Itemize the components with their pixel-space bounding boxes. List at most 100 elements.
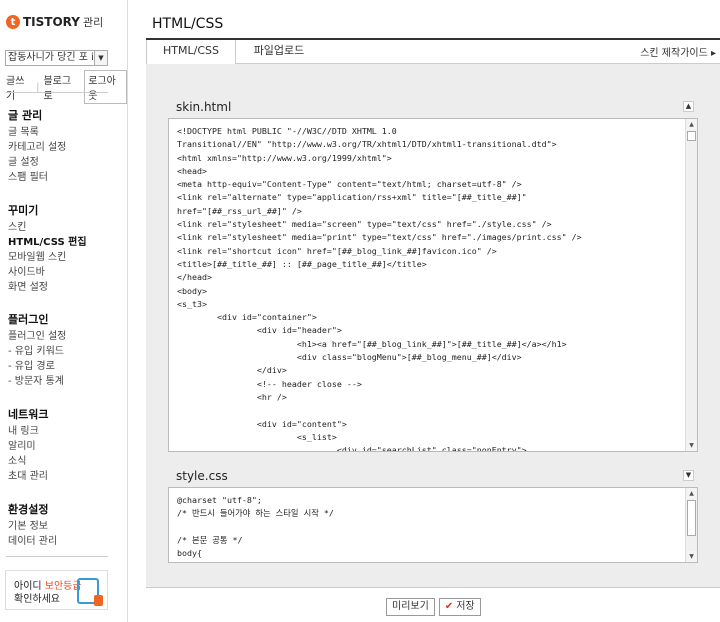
menu-item-basic-info[interactable]: 기본 정보 — [8, 519, 57, 534]
sidebar-divider — [6, 92, 108, 93]
go-to-blog-link[interactable]: 블로그로 — [43, 72, 78, 102]
code-line: <div id="header"> — [177, 325, 342, 336]
code-line: <div id="content"> — [177, 418, 347, 429]
scroll-thumb[interactable] — [687, 500, 696, 536]
menu-item-spam-filter[interactable]: 스팸 필터 — [8, 170, 66, 185]
menu-item-sidebar[interactable]: 사이드바 — [8, 265, 87, 280]
code-line: </div> — [177, 365, 287, 376]
menu-group-network: 네트워크 내 링크 알리미 소식 초대 관리 — [8, 407, 48, 484]
chevron-down-icon[interactable]: ▼ — [94, 51, 107, 65]
style-css-editor: style.css ▼ @charset "utf-8"; /* 반드시 들어가야… — [168, 465, 698, 565]
editor-header: style.css ▼ — [168, 465, 698, 487]
editor-label: skin.html — [176, 100, 232, 114]
save-button[interactable]: ✔ 저장 — [438, 598, 481, 616]
menu-title: 꾸미기 — [8, 204, 39, 217]
banner-text: 아이디 보안등급 확인하세요 — [14, 580, 82, 606]
skin-html-textarea[interactable]: <!DOCTYPE html PUBLIC "-//W3C//DTD XHTML… — [168, 118, 698, 452]
menu-item-notifier[interactable]: 알리미 — [8, 439, 48, 454]
tab-html-css[interactable]: HTML/CSS — [146, 40, 236, 65]
logo-text: TISTORY — [23, 15, 80, 29]
code-line: href="[##_rss_url_##]" /> — [177, 205, 302, 216]
code-line: <hr /> — [177, 391, 287, 402]
code-line: body{ — [177, 548, 202, 559]
code-line: <s_t3> — [177, 298, 207, 309]
write-link[interactable]: 글쓰기 — [6, 72, 32, 102]
menu-group-settings: 환경설정 기본 정보 데이터 관리 — [8, 502, 57, 549]
menu-item-news[interactable]: 소식 — [8, 454, 48, 469]
scrollbar[interactable]: ▲ ▼ — [685, 119, 697, 451]
logout-button[interactable]: 로그아웃 — [84, 70, 127, 104]
scroll-down-arrow-icon[interactable]: ▼ — [686, 440, 697, 451]
skin-guide-link[interactable]: 스킨 제작가이드 ▸ — [640, 44, 716, 59]
save-label: 저장 — [456, 601, 475, 612]
collapse-toggle-icon[interactable]: ▲ — [683, 101, 694, 112]
expand-toggle-icon[interactable]: ▼ — [683, 470, 694, 481]
security-level-banner[interactable]: 아이디 보안등급 확인하세요 — [5, 570, 108, 610]
scroll-up-arrow-icon[interactable]: ▲ — [686, 488, 697, 499]
code-line: <!-- header close --> — [177, 378, 362, 389]
menu-item-skin[interactable]: 스킨 — [8, 220, 87, 235]
code-line: <head> — [177, 165, 207, 176]
sidebar-divider — [6, 556, 108, 557]
code-line: Transitional//EN" "http://www.w3.org/TR/… — [177, 139, 557, 150]
menu-item-my-links[interactable]: 내 링크 — [8, 424, 48, 439]
code-line: <h1><a href="[##_blog_link_##]">[##_titl… — [177, 338, 567, 349]
style-css-textarea[interactable]: @charset "utf-8"; /* 반드시 들어가야 하는 스타일 시작 *… — [168, 487, 698, 563]
page-title: HTML/CSS — [152, 16, 224, 32]
scroll-thumb[interactable] — [687, 131, 696, 141]
code-line: <!DOCTYPE html PUBLIC "-//W3C//DTD XHTML… — [177, 126, 397, 136]
code-line: <meta http-equiv="Content-Type" content=… — [177, 179, 522, 190]
preview-label: 미리보기 — [392, 601, 429, 612]
link-separator: | — [36, 81, 40, 93]
menu-item-html-css-edit[interactable]: HTML/CSS 편집 — [8, 235, 87, 250]
menu-group-posts: 글 관리 글 목록 카테고리 설정 글 설정 스팸 필터 — [8, 108, 66, 185]
menu-item-post-list[interactable]: 글 목록 — [8, 125, 66, 140]
menu-item-category-settings[interactable]: 카테고리 설정 — [8, 140, 66, 155]
code-line: <div class="blogMenu">[##_blog_menu_##]<… — [177, 352, 522, 363]
sidebar: t TISTORY 관리 잡동사니가 당긴 포 it... ▼ 글쓰기 | 블로… — [0, 0, 128, 622]
menu-item-mobile-skin[interactable]: 모바일웹 스킨 — [8, 250, 87, 265]
code-content: <!DOCTYPE html PUBLIC "-//W3C//DTD XHTML… — [177, 125, 681, 451]
scroll-down-arrow-icon[interactable]: ▼ — [686, 551, 697, 562]
menu-item-post-settings[interactable]: 글 설정 — [8, 155, 66, 170]
menu-item-visitor-stats[interactable]: - 방문자 통계 — [8, 374, 66, 389]
tistory-t-icon: t — [6, 15, 20, 29]
top-links: 글쓰기 | 블로그로 로그아웃 — [6, 70, 127, 104]
menu-item-inflow-paths[interactable]: - 유입 경로 — [8, 359, 66, 374]
menu-item-plugin-settings[interactable]: 플러그인 설정 — [8, 329, 66, 344]
code-line: <body> — [177, 285, 207, 296]
code-line: <s_list> — [177, 431, 337, 442]
blog-select[interactable]: 잡동사니가 당긴 포 it... ▼ — [5, 50, 108, 66]
action-buttons: 미리보기 ✔ 저장 — [386, 598, 481, 616]
code-line: <div id="container"> — [177, 312, 317, 323]
code-line: <link rel="shortcut icon" href="[##_blog… — [177, 245, 497, 256]
tab-file-upload[interactable]: 파일업로드 — [244, 40, 314, 64]
code-line: <link rel="stylesheet" media="screen" ty… — [177, 219, 552, 230]
logo-sub: 관리 — [82, 16, 104, 29]
editor-label: style.css — [176, 469, 228, 483]
skin-html-editor: skin.html ▲ <!DOCTYPE html PUBLIC "-//W3… — [168, 96, 698, 452]
lock-icon — [94, 595, 103, 606]
menu-item-invite-management[interactable]: 초대 관리 — [8, 469, 48, 484]
code-line: </head> — [177, 272, 212, 283]
menu-item-inflow-keywords[interactable]: - 유입 키워드 — [8, 344, 66, 359]
menu-item-data-management[interactable]: 데이터 관리 — [8, 534, 57, 549]
scrollbar[interactable]: ▲ ▼ — [685, 488, 697, 562]
editor-area: skin.html ▲ <!DOCTYPE html PUBLIC "-//W3… — [146, 64, 720, 588]
tab-bar: HTML/CSS 파일업로드 스킨 제작가이드 ▸ — [146, 40, 720, 65]
code-line: <link rel="stylesheet" media="print" typ… — [177, 232, 582, 243]
code-line: @charset "utf-8"; — [177, 495, 262, 505]
tistory-logo[interactable]: t TISTORY 관리 — [6, 12, 103, 32]
checkmark-icon: ✔ — [444, 601, 454, 612]
menu-item-screen-settings[interactable]: 화면 설정 — [8, 280, 87, 295]
menu-title: 환경설정 — [8, 503, 49, 516]
menu-title: 네트워크 — [8, 408, 49, 421]
code-line: <html xmlns="http://www.w3.org/1999/xhtm… — [177, 152, 392, 163]
scroll-up-arrow-icon[interactable]: ▲ — [686, 119, 697, 130]
code-line: <title>[##_title_##] :: [##_page_title_#… — [177, 258, 427, 269]
preview-button[interactable]: 미리보기 — [386, 598, 435, 616]
code-line: /* 본문 공통 */ — [177, 534, 243, 545]
banner-line2: 확인하세요 — [14, 594, 60, 605]
